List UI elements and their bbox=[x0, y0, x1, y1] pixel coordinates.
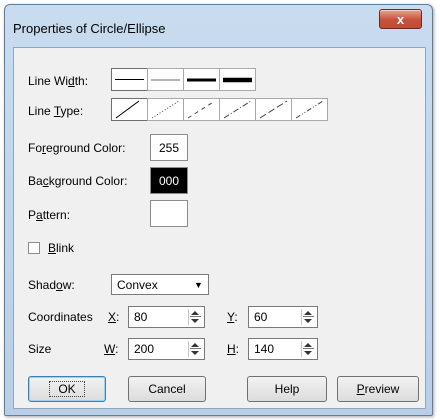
cancel-button[interactable]: Cancel bbox=[128, 376, 206, 402]
spin-up-icon bbox=[304, 311, 312, 315]
close-button[interactable]: x bbox=[379, 9, 422, 29]
line-type-solid-icon bbox=[115, 100, 140, 119]
line-width-thin-icon bbox=[115, 79, 144, 80]
line-width-thick-icon bbox=[223, 77, 252, 83]
foreground-color-value: 255 bbox=[158, 140, 180, 155]
close-icon: x bbox=[396, 11, 405, 27]
ok-button[interactable]: OK bbox=[28, 376, 106, 402]
coordinates-x-input[interactable]: 80 bbox=[128, 306, 205, 328]
help-button-label: Help bbox=[274, 382, 300, 396]
line-type-label: Line Type: bbox=[28, 104, 84, 118]
background-color-value: 000 bbox=[158, 173, 180, 188]
spin-down-icon bbox=[304, 351, 312, 355]
spin-up-icon bbox=[304, 343, 312, 347]
preview-button[interactable]: Preview bbox=[337, 376, 419, 402]
foreground-color-button[interactable]: 255 bbox=[150, 134, 188, 161]
ok-button-label: OK bbox=[49, 381, 85, 397]
size-h-value: 140 bbox=[254, 342, 275, 356]
line-width-thick-option[interactable] bbox=[219, 68, 256, 91]
background-color-button[interactable]: 000 bbox=[150, 167, 188, 194]
line-type-dotted-icon bbox=[151, 100, 180, 119]
line-width-thin-gray-icon bbox=[151, 79, 180, 81]
coordinates-y-value: 60 bbox=[254, 310, 268, 324]
coordinates-y-spinner[interactable] bbox=[301, 309, 315, 325]
size-h-spinner[interactable] bbox=[301, 341, 315, 357]
size-w-value: 200 bbox=[134, 342, 155, 356]
spin-down-icon bbox=[191, 351, 199, 355]
line-type-selector bbox=[111, 98, 328, 121]
spin-down-icon bbox=[304, 319, 312, 323]
shadow-select-value: Convex bbox=[117, 278, 158, 292]
size-w-label: W: bbox=[104, 342, 119, 356]
line-type-dash-option[interactable] bbox=[183, 98, 220, 121]
size-h-input[interactable]: 140 bbox=[248, 338, 318, 360]
dialog-title: Properties of Circle/Ellipse bbox=[13, 21, 166, 36]
shadow-label: Shadow: bbox=[28, 278, 75, 292]
size-w-spinner[interactable] bbox=[188, 341, 202, 357]
size-w-input[interactable]: 200 bbox=[128, 338, 205, 360]
foreground-color-label: Foreground Color: bbox=[28, 141, 126, 155]
coordinates-y-input[interactable]: 60 bbox=[248, 306, 318, 328]
line-width-thin-option[interactable] bbox=[111, 68, 148, 91]
spin-down-icon bbox=[191, 319, 199, 323]
preview-button-label: Preview bbox=[356, 382, 400, 396]
line-type-long-dash-icon bbox=[259, 100, 288, 119]
coordinates-x-label: X: bbox=[108, 310, 120, 324]
shadow-select[interactable]: Convex ▼ bbox=[111, 274, 209, 295]
line-type-long-dash-option[interactable] bbox=[255, 98, 292, 121]
line-width-label: Line Width: bbox=[28, 74, 89, 88]
coordinates-x-spinner[interactable] bbox=[188, 309, 202, 325]
help-button[interactable]: Help bbox=[247, 376, 327, 402]
size-h-label: H: bbox=[227, 342, 240, 356]
blink-label[interactable]: Blink bbox=[48, 241, 74, 255]
line-type-dash-dot-dot-option[interactable] bbox=[291, 98, 328, 121]
pattern-button[interactable] bbox=[150, 200, 188, 227]
pattern-label: Pattern: bbox=[28, 208, 71, 222]
background-color-label: Background Color: bbox=[28, 174, 128, 188]
blink-checkbox[interactable] bbox=[28, 242, 40, 254]
line-type-solid-option[interactable] bbox=[111, 98, 148, 121]
dialog-body: Line Width: Line Type: Foreground Color:… bbox=[13, 47, 426, 409]
line-type-dash-dot-option[interactable] bbox=[219, 98, 256, 121]
cancel-button-label: Cancel bbox=[148, 382, 186, 396]
line-type-dotted-option[interactable] bbox=[147, 98, 184, 121]
size-label: Size bbox=[28, 342, 52, 356]
spin-up-icon bbox=[191, 343, 199, 347]
line-type-dash-dot-icon bbox=[223, 100, 252, 119]
line-type-dash-icon bbox=[187, 100, 216, 119]
line-type-dash-dot-dot-icon bbox=[295, 100, 324, 119]
line-width-thin-gray-option[interactable] bbox=[147, 68, 184, 91]
line-width-medium-icon bbox=[187, 78, 216, 82]
coordinates-label: Coordinates bbox=[28, 310, 93, 324]
spin-up-icon bbox=[191, 311, 199, 315]
line-width-medium-option[interactable] bbox=[183, 68, 220, 91]
title-bar[interactable]: Properties of Circle/Ellipse x bbox=[5, 5, 432, 47]
chevron-down-icon: ▼ bbox=[194, 279, 203, 290]
properties-dialog: Properties of Circle/Ellipse x Line Widt… bbox=[4, 4, 433, 416]
coordinates-y-label: Y: bbox=[227, 310, 238, 324]
line-width-selector bbox=[111, 68, 256, 91]
coordinates-x-value: 80 bbox=[134, 310, 148, 324]
